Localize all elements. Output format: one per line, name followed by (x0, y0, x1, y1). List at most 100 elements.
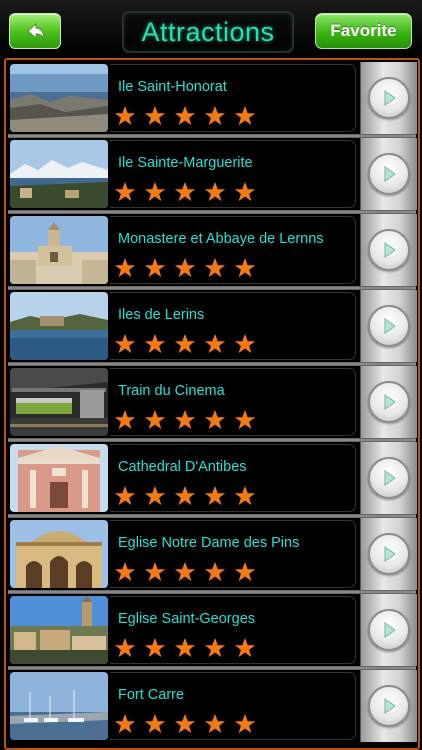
play-arrow-icon (384, 166, 396, 182)
star-rating (114, 333, 256, 355)
go-button[interactable] (368, 533, 410, 575)
item-name: Ile Saint-Honorat (118, 79, 227, 95)
star-icon (144, 257, 166, 278)
list-item[interactable]: Train du Cinema (8, 366, 417, 438)
favorite-button-label: Favorite (330, 21, 397, 40)
go-button[interactable] (368, 229, 410, 271)
list-item[interactable]: Cathedral D'Antibes (8, 442, 417, 514)
back-button[interactable] (9, 13, 61, 49)
star-rating (114, 485, 256, 507)
item-name: Eglise Saint-Georges (118, 611, 256, 627)
go-cell (360, 138, 417, 210)
item-info: Fort Carre (110, 672, 356, 740)
go-button[interactable] (368, 153, 410, 195)
go-cell (360, 518, 417, 590)
play-arrow-icon (384, 394, 396, 410)
go-cell (360, 290, 417, 362)
star-icon (114, 333, 136, 354)
go-button[interactable] (368, 609, 410, 651)
list-item[interactable]: Eglise Saint-Georges (8, 594, 417, 666)
play-arrow-icon (384, 546, 396, 562)
item-info: Monastere et Abbaye de Lernns (110, 216, 356, 284)
star-icon (144, 561, 166, 582)
star-icon (204, 485, 226, 506)
star-icon (114, 181, 136, 202)
go-cell (360, 670, 417, 742)
star-icon (174, 105, 196, 126)
star-icon (204, 333, 226, 354)
item-info: Eglise Saint-Georges (110, 596, 356, 664)
star-icon (174, 333, 196, 354)
star-icon (174, 181, 196, 202)
star-icon (234, 561, 256, 582)
go-cell (360, 594, 417, 666)
page-title-box: Attractions (122, 11, 294, 53)
play-arrow-icon (384, 698, 396, 714)
star-rating (114, 713, 256, 735)
star-icon (144, 409, 166, 430)
go-button[interactable] (368, 77, 410, 119)
play-arrow-icon (384, 622, 396, 638)
go-button[interactable] (368, 685, 410, 727)
star-icon (114, 713, 136, 734)
thumbnail-image (10, 596, 108, 664)
thumbnail-image (10, 216, 108, 284)
item-name: Fort Carre (118, 687, 185, 703)
star-icon (204, 561, 226, 582)
star-icon (174, 637, 196, 658)
star-icon (204, 409, 226, 430)
star-icon (234, 485, 256, 506)
list-item[interactable]: Fort Carre (8, 670, 417, 742)
item-name: Eglise Notre Dame des Pins (118, 535, 300, 551)
star-rating (114, 637, 256, 659)
item-name: Train du Cinema (118, 383, 225, 399)
go-cell (360, 62, 417, 134)
list-item[interactable]: Ile Sainte-Marguerite (8, 138, 417, 210)
star-rating (114, 561, 256, 583)
star-rating (114, 257, 256, 279)
thumbnail-image (10, 140, 108, 208)
star-icon (144, 105, 166, 126)
star-icon (204, 257, 226, 278)
play-arrow-icon (384, 242, 396, 258)
star-icon (114, 257, 136, 278)
page-title: Attractions (141, 16, 275, 47)
item-info: Ile Sainte-Marguerite (110, 140, 356, 208)
list-item[interactable]: Eglise Notre Dame des Pins (8, 518, 417, 590)
star-icon (174, 257, 196, 278)
thumbnail-image (10, 444, 108, 512)
star-rating (114, 181, 256, 203)
item-name: Monastere et Abbaye de Lernns (118, 231, 324, 247)
item-info: Cathedral D'Antibes (110, 444, 356, 512)
star-icon (234, 181, 256, 202)
star-icon (144, 333, 166, 354)
star-icon (114, 409, 136, 430)
star-icon (174, 561, 196, 582)
go-cell (360, 366, 417, 438)
list-item[interactable]: Ile Saint-Honorat (8, 62, 417, 134)
play-arrow-icon (384, 470, 396, 486)
thumbnail-image (10, 672, 108, 740)
star-icon (114, 485, 136, 506)
favorite-button[interactable]: Favorite (315, 13, 412, 49)
star-rating (114, 409, 256, 431)
item-info: Ile Saint-Honorat (110, 64, 356, 132)
go-button[interactable] (368, 381, 410, 423)
star-icon (114, 637, 136, 658)
star-rating (114, 105, 256, 127)
star-icon (204, 637, 226, 658)
back-arrow-icon (27, 22, 45, 41)
go-button[interactable] (368, 305, 410, 347)
item-info: Eglise Notre Dame des Pins (110, 520, 356, 588)
star-icon (234, 713, 256, 734)
star-icon (204, 105, 226, 126)
play-arrow-icon (384, 318, 396, 334)
thumbnail-image (10, 64, 108, 132)
list-item[interactable]: Iles de Lerins (8, 290, 417, 362)
go-button[interactable] (368, 457, 410, 499)
list-item[interactable]: Monastere et Abbaye de Lernns (8, 214, 417, 286)
star-icon (144, 637, 166, 658)
star-icon (174, 409, 196, 430)
star-icon (234, 105, 256, 126)
thumbnail-image (10, 368, 108, 436)
